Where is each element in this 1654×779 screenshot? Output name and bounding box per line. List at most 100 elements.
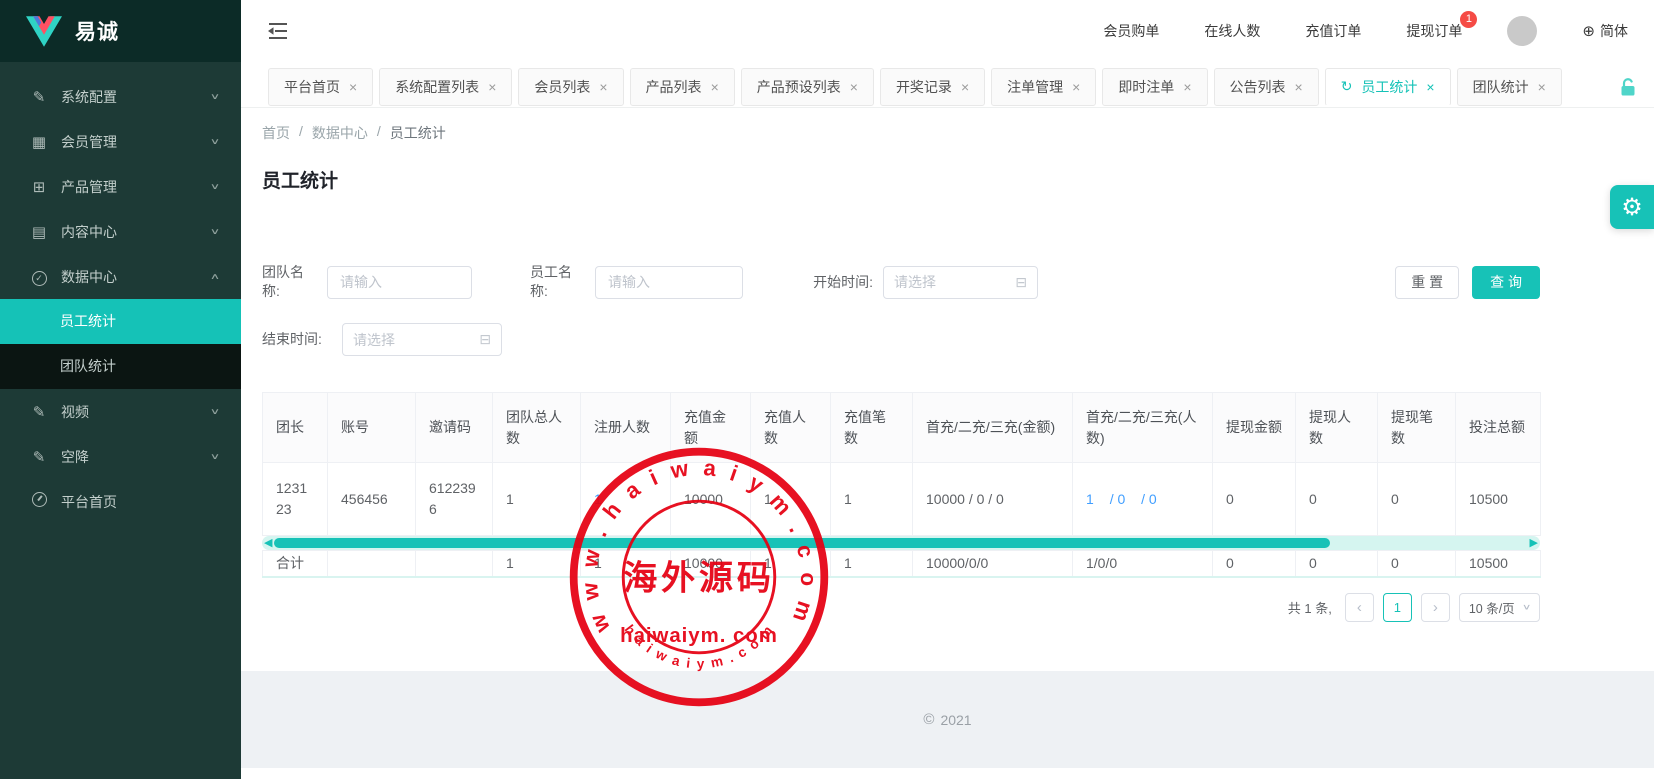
end-time-input[interactable]: 请选择 ⊟ [342,323,502,356]
chevron-down-icon: ∨ [1522,603,1532,612]
topbar-link-withdraw-orders[interactable]: 提现订单 1 [1406,21,1462,41]
tab-lottery-records[interactable]: 开奖记录 × [880,68,985,106]
tab-product-list[interactable]: 产品列表 × [630,68,735,106]
staff-name-label: 员工名称: [530,263,580,301]
gear-icon: ⚙ [1621,193,1643,222]
sidebar-item-data-center[interactable]: ✓ 数据中心 ∧ [0,254,241,299]
chevron-down-icon: ∨ [210,407,220,417]
data-center-submenu: 员工统计 团队统计 [0,299,241,389]
logo[interactable]: 易诚 [0,0,241,62]
language-switcher[interactable]: ⊕ 简体 [1582,21,1628,41]
close-icon[interactable]: × [961,79,969,95]
topbar-link-member-orders[interactable]: 会员购单 [1103,21,1159,41]
sidebar-item-staff-statistics[interactable]: 员工统计 [0,299,241,344]
sidebar-item-product-management[interactable]: ⊞ 产品管理 ∨ [0,164,241,209]
sidebar-item-airdrop[interactable]: ✎ 空降 ∨ [0,434,241,479]
cell-invite-code: 6122396 [416,463,493,536]
cell-team-total: 1 [493,463,581,536]
end-time-label: 结束时间: [262,330,334,349]
team-name-label: 团队名称: [262,263,312,301]
close-icon[interactable]: × [1072,79,1080,95]
cell-withdraw-users: 0 [1296,463,1378,536]
close-icon[interactable]: × [488,79,496,95]
tab-product-preset-list[interactable]: 产品预设列表 × [741,68,874,106]
refresh-icon[interactable]: ↻ [1341,78,1353,95]
sidebar-item-team-statistics[interactable]: 团队统计 [0,344,241,389]
close-icon[interactable]: × [711,79,719,95]
sidebar: 易诚 ✎ 系统配置 ∨ ▦ 会员管理 ∨ ⊞ 产品管理 ∨ ▤ 内容中心 ∨ [0,0,241,779]
close-icon[interactable]: × [349,79,357,95]
edit-square-icon: ✎ [30,88,48,106]
col-withdraw-users: 提现人数 [1296,393,1378,463]
tab-member-list[interactable]: 会员列表 × [518,68,623,106]
breadcrumb-home[interactable]: 首页 [262,123,290,143]
col-recharge-count: 充值笔数 [831,393,913,463]
col-first-recharge-amount: 首充/二充/三充(金额) [913,393,1073,463]
current-page-button[interactable]: 1 [1383,593,1412,622]
next-page-button[interactable]: › [1421,593,1450,622]
reset-button[interactable]: 重 置 [1395,266,1459,299]
sidebar-item-video[interactable]: ✎ 视频 ∨ [0,389,241,434]
edit-square-icon: ✎ [30,448,48,466]
cell-first-recharge-users: 1 / 0 / 0 [1073,463,1213,536]
page-size-select[interactable]: 10 条/页 ∨ [1459,593,1540,622]
staff-statistics-table: 团长 账号 邀请码 团队总人数 注册人数 充值金额 充值人数 充值笔数 首充/二… [262,392,1540,578]
team-name-input[interactable] [327,266,472,299]
prev-page-button[interactable]: ‹ [1345,593,1374,622]
menu-fold-icon[interactable] [268,23,287,39]
close-icon[interactable]: × [599,79,607,95]
dashboard-icon [30,492,48,511]
tab-announcement-list[interactable]: 公告列表 × [1214,68,1319,106]
second-recharge-users-link[interactable]: / 0 [1110,491,1126,507]
edit-square-icon: ✎ [30,403,48,421]
sidebar-item-content-center[interactable]: ▤ 内容中心 ∨ [0,209,241,254]
chevron-up-icon: ∧ [210,272,220,282]
first-recharge-users-link[interactable]: 1 [1086,491,1094,507]
chevron-down-icon: ∨ [210,227,220,237]
breadcrumb: 首页 / 数据中心 / 员工统计 [262,123,1633,143]
unlock-icon[interactable] [1620,78,1636,96]
close-icon[interactable]: × [1538,79,1546,95]
cell-withdraw-amount: 0 [1213,463,1296,536]
tab-platform-home[interactable]: 平台首页 × [268,68,373,106]
topbar-link-online-users[interactable]: 在线人数 [1204,21,1260,41]
scroll-right-icon[interactable]: ▶ [1530,536,1538,550]
third-recharge-users-link[interactable]: / 0 [1141,491,1157,507]
horizontal-scrollbar[interactable]: ◀ ▶ [262,536,1540,550]
sidebar-item-system-config[interactable]: ✎ 系统配置 ∨ [0,74,241,119]
globe-icon: ⊕ [1582,22,1595,40]
settings-gear-button[interactable]: ⚙ [1610,185,1654,229]
search-button[interactable]: 查 询 [1472,266,1540,299]
sidebar-item-member-management[interactable]: ▦ 会员管理 ∨ [0,119,241,164]
scrollbar-thumb[interactable] [274,538,1330,548]
document-icon: ▤ [30,223,48,241]
col-leader: 团长 [263,393,328,463]
cell-account: 456456 [328,463,416,536]
avatar[interactable] [1507,16,1537,46]
tab-team-statistics[interactable]: 团队统计 × [1457,68,1562,106]
sidebar-item-platform-home[interactable]: 平台首页 [0,479,241,524]
breadcrumb-data-center[interactable]: 数据中心 [312,123,368,143]
cell-registered-link[interactable]: 1 [581,463,671,536]
pagination: 共 1 条, ‹ 1 › 10 条/页 ∨ [262,593,1540,622]
tab-system-config-list[interactable]: 系统配置列表 × [379,68,512,106]
close-icon[interactable]: × [850,79,858,95]
start-time-input[interactable]: 请选择 ⊟ [883,266,1038,299]
col-account: 账号 [328,393,416,463]
chevron-down-icon: ∨ [210,182,220,192]
calendar-icon: ⊟ [479,331,491,348]
close-icon[interactable]: × [1295,79,1303,95]
tab-bet-management[interactable]: 注单管理 × [991,68,1096,106]
chevron-down-icon: ∨ [210,452,220,462]
tab-realtime-bets[interactable]: 即时注单 × [1102,68,1207,106]
close-icon[interactable]: × [1183,79,1191,95]
topbar-link-recharge-orders[interactable]: 充值订单 [1305,21,1361,41]
data-table: 团长 账号 邀请码 团队总人数 注册人数 充值金额 充值人数 充值笔数 首充/二… [262,392,1541,536]
cell-first-recharge-amount: 10000 / 0 / 0 [913,463,1073,536]
scroll-left-icon[interactable]: ◀ [264,536,272,550]
tab-staff-statistics[interactable]: ↻ 员工统计 × [1325,68,1451,106]
close-icon[interactable]: × [1426,79,1434,95]
topbar: 会员购单 在线人数 充值订单 提现订单 1 ⊕ 简体 [241,0,1654,62]
staff-name-input[interactable] [595,266,743,299]
total-row: 合计 1 1 10000 1 1 10000/0/0 1/0/0 0 0 0 1… [263,551,1541,578]
